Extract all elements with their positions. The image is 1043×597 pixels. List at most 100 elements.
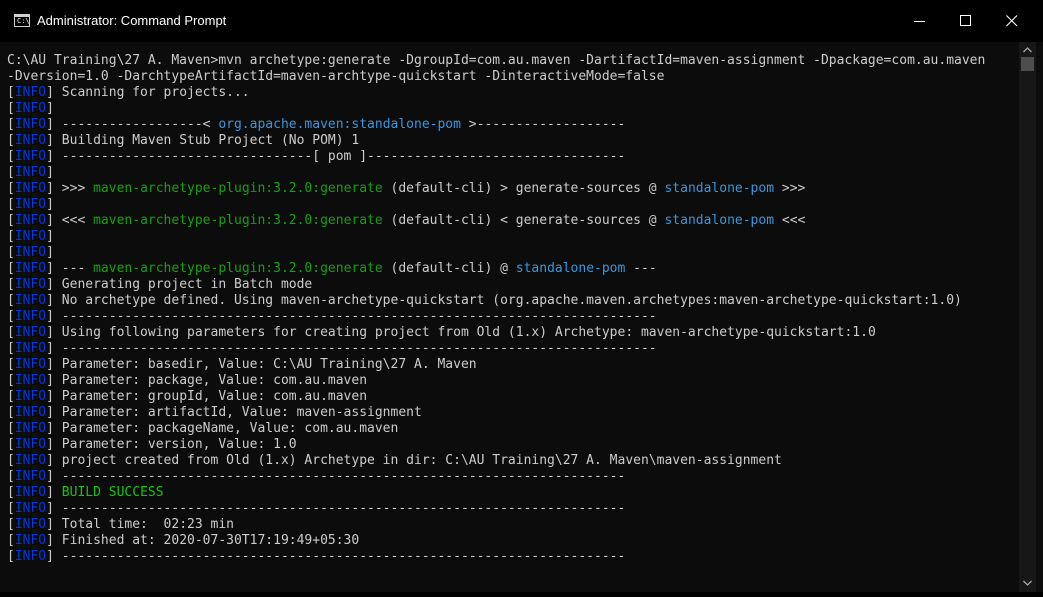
console-text: maven-archetype-plugin:3.2.0:generate xyxy=(93,213,383,228)
console-text: ] --------------------------------[ pom … xyxy=(46,149,626,164)
console-text: ] xyxy=(46,101,54,116)
console-text: ] --------------------------------------… xyxy=(46,501,626,516)
console-text: ] Parameter: groupId, Value: com.au.mave… xyxy=(46,389,368,404)
console-line: [INFO] Using following parameters for cr… xyxy=(7,325,1019,341)
info-tag: INFO xyxy=(14,245,47,260)
info-tag: INFO xyxy=(14,85,47,100)
console-line: [INFO] Parameter: package, Value: com.au… xyxy=(7,373,1019,389)
console-line: [INFO] Parameter: artifactId, Value: mav… xyxy=(7,405,1019,421)
info-tag: INFO xyxy=(14,149,47,164)
console-line: [INFO] Parameter: basedir, Value: C:\AU … xyxy=(7,357,1019,373)
maximize-button[interactable] xyxy=(943,0,989,42)
minimize-button[interactable] xyxy=(897,0,943,42)
console-line: [INFO] Parameter: packageName, Value: co… xyxy=(7,421,1019,437)
console-text: [ xyxy=(7,469,15,484)
console-text: ] xyxy=(46,197,54,212)
console-text: ] Parameter: packageName, Value: com.au.… xyxy=(46,421,399,436)
console-line: -Dversion=1.0 -DarchtypeArtifactId=maven… xyxy=(7,69,1019,85)
console-text: ] Parameter: basedir, Value: C:\AU Train… xyxy=(46,357,477,372)
console-line: [INFO] Finished at: 2020-07-30T17:19:49+… xyxy=(7,533,1019,549)
close-button[interactable] xyxy=(989,0,1035,42)
console-text: (default-cli) @ xyxy=(382,261,516,276)
console-text: ] Parameter: package, Value: com.au.mave… xyxy=(46,373,368,388)
console-text: ] --------------------------------------… xyxy=(46,309,657,324)
console-text: ] >>> xyxy=(46,181,94,196)
console-text: --- xyxy=(625,261,657,276)
title-bar[interactable]: C:\ Administrator: Command Prompt xyxy=(0,0,1043,42)
console-text: (default-cli) < generate-sources @ xyxy=(382,213,665,228)
info-tag: INFO xyxy=(14,229,47,244)
console-text: maven-archetype-plugin:3.2.0:generate xyxy=(93,261,383,276)
info-tag: INFO xyxy=(14,485,47,500)
console-line: [INFO] ---------------------------------… xyxy=(7,501,1019,517)
console-line: [INFO] Building Maven Stub Project (No P… xyxy=(7,133,1019,149)
info-tag: INFO xyxy=(14,517,47,532)
console-line: [INFO] xyxy=(7,245,1019,261)
console-line: [INFO] project created from Old (1.x) Ar… xyxy=(7,453,1019,469)
info-tag: INFO xyxy=(14,405,47,420)
window-title: Administrator: Command Prompt xyxy=(37,13,227,28)
console-text: [ xyxy=(7,293,15,308)
console-text: [ xyxy=(7,309,15,324)
console-text: [ xyxy=(7,197,15,212)
console-text: [ xyxy=(7,549,15,564)
console-text: [ xyxy=(7,533,15,548)
info-tag: INFO xyxy=(14,421,47,436)
console-text: ] Using following parameters for creatin… xyxy=(46,325,876,340)
console-line: [INFO] >>> maven-archetype-plugin:3.2.0:… xyxy=(7,181,1019,197)
console-text: ] ------------------< xyxy=(46,117,219,132)
console-text: ] Parameter: artifactId, Value: maven-as… xyxy=(46,405,422,420)
console-line: [INFO] Total time: 02:23 min xyxy=(7,517,1019,533)
info-tag: INFO xyxy=(14,309,47,324)
console-text: [ xyxy=(7,277,15,292)
app-icon-text: C:\ xyxy=(17,17,30,25)
console-text: ] --------------------------------------… xyxy=(46,341,657,356)
console-text: ] xyxy=(46,245,54,260)
window-bottom-border xyxy=(0,592,1043,597)
console-text: [ xyxy=(7,229,15,244)
info-tag: INFO xyxy=(14,165,47,180)
console-line: [INFO] Scanning for projects... xyxy=(7,85,1019,101)
console-text: [ xyxy=(7,453,15,468)
console-text: [ xyxy=(7,261,15,276)
vertical-scrollbar[interactable] xyxy=(1019,42,1036,592)
console-text: ] project created from Old (1.x) Archety… xyxy=(46,453,782,468)
console-line: C:\AU Training\27 A. Maven>mvn archetype… xyxy=(7,53,1019,69)
console-text: [ xyxy=(7,421,15,436)
console-text: org.apache.maven:standalone-pom xyxy=(218,117,461,132)
info-tag: INFO xyxy=(14,277,47,292)
info-tag: INFO xyxy=(14,197,47,212)
console-text: [ xyxy=(7,341,15,356)
console-line: [INFO] Parameter: groupId, Value: com.au… xyxy=(7,389,1019,405)
console-text: [ xyxy=(7,373,15,388)
console-text: standalone-pom xyxy=(664,213,775,228)
console-text: [ xyxy=(7,85,15,100)
console-text: ] Parameter: version, Value: 1.0 xyxy=(46,437,297,452)
scroll-down-button[interactable] xyxy=(1019,575,1036,592)
info-tag: INFO xyxy=(14,261,47,276)
console-line: [INFO] --- maven-archetype-plugin:3.2.0:… xyxy=(7,261,1019,277)
console-text: ] Building Maven Stub Project (No POM) 1 xyxy=(46,133,360,148)
console-line: [INFO] ------------------< org.apache.ma… xyxy=(7,117,1019,133)
console-text: >------------------- xyxy=(460,117,626,132)
info-tag: INFO xyxy=(14,389,47,404)
console-text: ] xyxy=(46,485,62,500)
console-text: [ xyxy=(7,389,15,404)
console-text: ] Generating project in Batch mode xyxy=(46,277,313,292)
console-text: [ xyxy=(7,405,15,420)
console-text: ] Scanning for projects... xyxy=(46,85,250,100)
console-line: [INFO] ---------------------------------… xyxy=(7,549,1019,565)
command-prompt-icon[interactable]: C:\ xyxy=(14,14,30,27)
close-icon xyxy=(1006,15,1018,27)
console-line: [INFO] BUILD SUCCESS xyxy=(7,485,1019,501)
info-tag: INFO xyxy=(14,373,47,388)
info-tag: INFO xyxy=(14,213,47,228)
scrollbar-thumb[interactable] xyxy=(1021,57,1034,71)
console-text: [ xyxy=(7,181,15,196)
console-text: <<< xyxy=(774,213,806,228)
console-text: standalone-pom xyxy=(515,261,626,276)
console-line: [INFO] Parameter: version, Value: 1.0 xyxy=(7,437,1019,453)
console-output[interactable]: C:\AU Training\27 A. Maven>mvn archetype… xyxy=(7,53,1019,590)
info-tag: INFO xyxy=(14,325,47,340)
console-line: [INFO] No archetype defined. Using maven… xyxy=(7,293,1019,309)
